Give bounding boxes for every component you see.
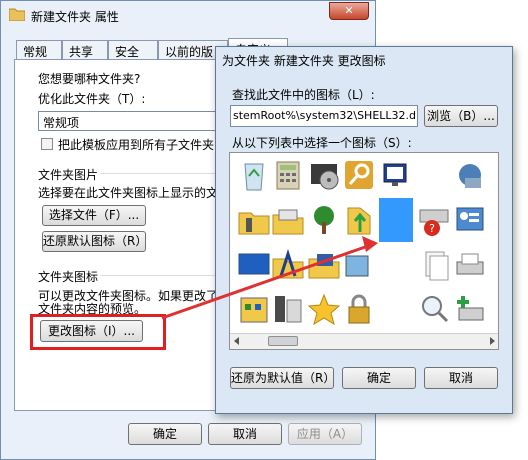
arrow-head bbox=[362, 236, 378, 252]
annotation-arrow bbox=[161, 236, 378, 320]
arrow-line bbox=[161, 244, 369, 320]
